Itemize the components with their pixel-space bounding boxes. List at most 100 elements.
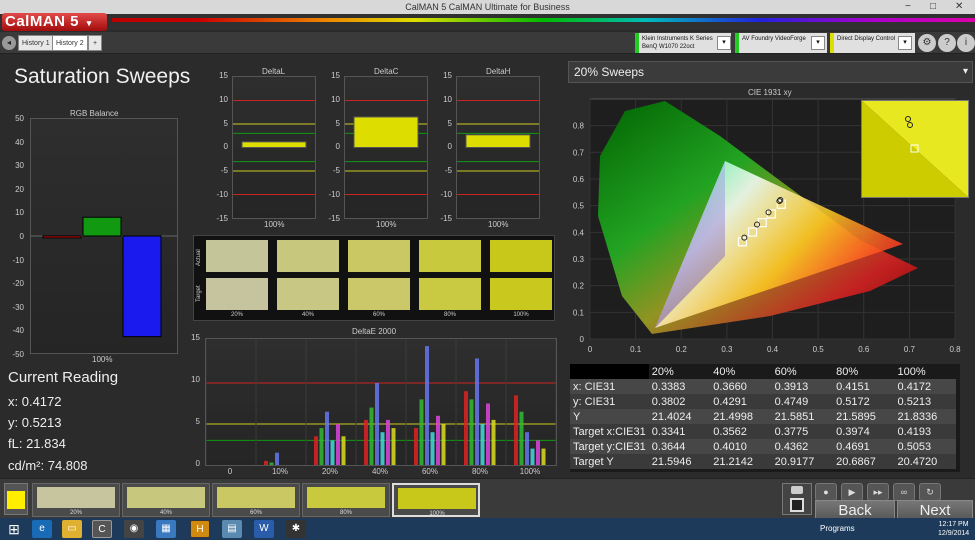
actual-swatch [277, 240, 339, 272]
deltae-bar-y [391, 428, 396, 465]
close-button[interactable]: ✕ [955, 0, 963, 14]
minimize-button[interactable]: − [905, 0, 911, 14]
table-row: Y 21.4024 21.4998 21.5851 21.5895 21.8336 [570, 409, 956, 424]
delta-tick-label: -15 [216, 213, 228, 223]
network-icon[interactable]: ▦ [156, 520, 176, 538]
current-color-swatch [7, 491, 25, 509]
table-cell: 0.4172 [897, 380, 932, 393]
record-icon[interactable]: ● [815, 483, 837, 501]
delta-chart-deltac [344, 76, 428, 219]
camera-icon [791, 486, 803, 494]
bottom-swatch-color [307, 487, 385, 508]
calman-menu-button[interactable]: CalMAN 5 ▾ [2, 13, 107, 31]
table-cell: 0.3562 [713, 425, 747, 438]
deltae-bar-c [330, 440, 335, 465]
settings-gear-icon[interactable]: ⚙ [918, 34, 936, 52]
delta-plot [233, 100, 315, 195]
rgb-tick-label: 0 [19, 232, 24, 241]
cie-xtick-label: 0.7 [904, 345, 916, 354]
meter-device-profile: BenQ W1070 22oct [642, 44, 695, 50]
deltae-xtick-label: 100% [519, 467, 541, 476]
bottom-swatch-button[interactable]: 80% [302, 483, 390, 517]
tab-bar: ◂ History 1 History 2 + Klein Instrument… [0, 32, 975, 54]
delta-tick-label: -10 [328, 190, 340, 199]
meter-device-dropdown[interactable]: ▾ [717, 36, 731, 50]
deltae-bar-c [430, 432, 435, 465]
word-icon[interactable]: W [254, 520, 274, 538]
tab-history-2[interactable]: History 2 [52, 35, 88, 51]
table-cell: 21.5851 [774, 410, 815, 423]
deltae-bar-y [541, 448, 546, 465]
actual-swatch [419, 240, 481, 272]
table-cell: 0.4362 [774, 440, 809, 453]
clock-time: 12:17 PM [938, 521, 969, 528]
table-cell: 0.3802 [651, 395, 686, 408]
deltae-bar-b [425, 346, 429, 465]
bottom-swatch-color [127, 487, 205, 508]
deltae-xtick-label: 60% [421, 467, 438, 476]
source-device-dropdown[interactable]: ▾ [811, 36, 825, 50]
delta-tick-label: 0 [335, 142, 340, 152]
table-cell: 0.5213 [897, 395, 932, 408]
repeat-icon[interactable]: ↻ [919, 483, 941, 501]
table-row: Target y:CIE31 0.3644 0.4010 0.4362 0.4691 0.… [570, 439, 956, 454]
info-icon[interactable]: i [957, 34, 975, 52]
tab-history-1[interactable]: History 1 [18, 35, 54, 51]
deltae-bar-m [386, 419, 390, 465]
sweep-selected: 20% Sweeps [574, 65, 645, 79]
target-swatch [277, 278, 339, 310]
taskbar-programs[interactable]: Programs [820, 524, 855, 533]
cie-xtick-label: 0.5 [813, 345, 825, 354]
swatch-column-label: 20% [230, 312, 243, 318]
app-icon[interactable]: ✱ [286, 520, 306, 538]
calman-taskbar-icon[interactable]: C [92, 520, 112, 538]
stop-button[interactable] [790, 498, 804, 512]
deltae-bar-y [341, 436, 346, 465]
table-row-label: Target x:CIE31 [573, 425, 646, 438]
add-tab-button[interactable]: + [88, 35, 102, 51]
bottom-swatch-label: 60% [249, 510, 262, 516]
cie-ytick-label: 0.3 [573, 255, 585, 264]
swatch-column-label: 100% [513, 312, 529, 318]
bottom-swatch-button[interactable]: 40% [122, 483, 210, 517]
document-app-icon[interactable]: ▤ [222, 520, 242, 538]
h-app-icon[interactable]: H [190, 520, 210, 538]
loop-icon[interactable]: ∞ [893, 483, 915, 501]
table-cell: 21.2142 [713, 455, 753, 468]
chrome-icon[interactable]: ◉ [124, 520, 144, 538]
actual-swatch [206, 240, 268, 272]
bottom-swatch-button[interactable]: 20% [32, 483, 120, 517]
delta-tick-label: 15 [443, 71, 452, 80]
data-table: 20% 40% 60% 80% 100% x: CIE31 0.3383 0.3660 0.3… [570, 364, 956, 469]
delta-tick-label: 10 [219, 94, 228, 104]
delta-tick-label: -15 [328, 213, 340, 223]
help-icon[interactable]: ? [938, 34, 956, 52]
table-cell: 0.4749 [774, 395, 809, 408]
table-cell: 0.3644 [651, 440, 686, 453]
table-cell: 21.4024 [651, 410, 692, 423]
internet-explorer-icon[interactable]: e [32, 520, 52, 538]
table-cell: 0.4151 [836, 380, 870, 393]
windows-start-icon[interactable]: ⊞ [4, 520, 24, 538]
delta-tick-label: 0 [447, 142, 452, 152]
maximize-button[interactable]: □ [930, 0, 936, 14]
clock-date: 12/9/2014 [938, 530, 970, 537]
file-explorer-icon[interactable]: ▭ [62, 520, 82, 538]
cie-ytick-label: 0.4 [573, 228, 585, 237]
logo-text: CalMAN 5 [5, 13, 80, 30]
reading-cdm2: cd/m²: 74.808 [8, 458, 88, 473]
bottom-swatch-button[interactable]: 100% [392, 483, 480, 517]
sweep-selector[interactable]: 20% Sweeps ▾ [568, 61, 973, 83]
bottom-swatch-button[interactable]: 60% [212, 483, 300, 517]
table-cell: 21.5946 [651, 455, 692, 468]
table-cell: 0.3775 [774, 425, 809, 438]
display-device-dropdown[interactable]: ▾ [898, 36, 912, 50]
deltae-bar-b [275, 452, 279, 465]
deltae-bar-g [319, 428, 324, 465]
fast-forward-icon[interactable]: ▸▸ [867, 483, 889, 501]
back-arrow-icon[interactable]: ◂ [2, 36, 16, 50]
delta-chart-title: DeltaH [486, 67, 511, 76]
play-icon[interactable]: ▶ [841, 483, 863, 501]
rgb-balance-yaxis: 50 40 30 20 10 0 -10 -20 -30 -40 -50 [2, 114, 28, 359]
logo-bar [0, 14, 975, 30]
